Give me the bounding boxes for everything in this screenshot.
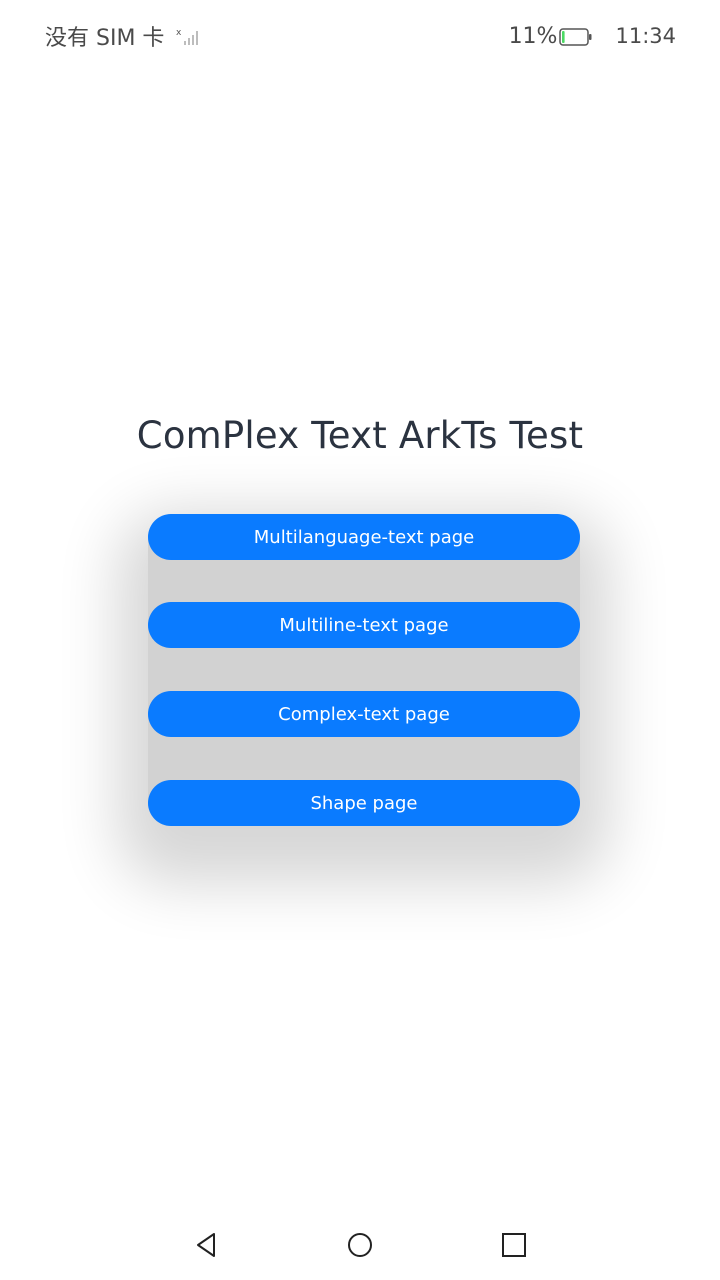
no-signal-icon: x — [176, 27, 202, 47]
carrier-text: 没有 SIM 卡 — [45, 26, 165, 51]
shape-page-button[interactable]: Shape page — [148, 780, 580, 826]
navigation-bar — [0, 1210, 720, 1280]
status-right: 11% 11:34 — [509, 20, 676, 52]
home-button[interactable] — [345, 1230, 375, 1260]
back-triangle-icon — [197, 1233, 215, 1257]
recent-apps-button[interactable] — [499, 1230, 529, 1260]
complex-text-page-button[interactable]: Complex-text page — [148, 691, 580, 737]
back-button[interactable] — [192, 1230, 222, 1260]
status-bar: 没有 SIM 卡 x 11% 11:34 — [0, 0, 720, 72]
multiline-text-page-button[interactable]: Multiline-text page — [148, 602, 580, 648]
multilanguage-text-page-button[interactable]: Multilanguage-text page — [148, 514, 580, 560]
battery-icon — [559, 27, 593, 46]
svg-text:x: x — [176, 28, 182, 38]
home-circle-icon — [348, 1233, 372, 1257]
page-title: ComPlex Text ArkTs Test — [136, 414, 584, 457]
recent-square-icon — [502, 1233, 526, 1257]
screen: 没有 SIM 卡 x 11% 11:34 ComPlex Text ArkTs … — [0, 0, 720, 1280]
clock: 11:34 — [615, 24, 676, 48]
battery-percent: 11% — [508, 23, 558, 49]
status-left: 没有 SIM 卡 x — [45, 20, 202, 52]
